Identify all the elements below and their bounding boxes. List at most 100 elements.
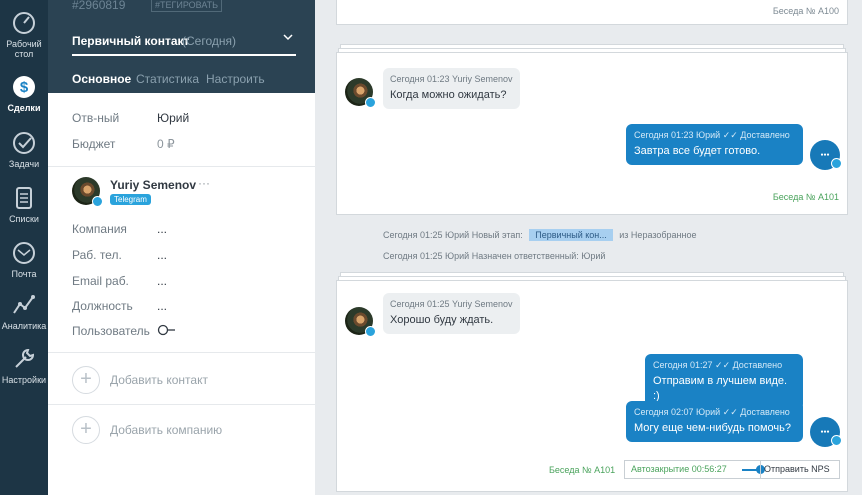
divider bbox=[48, 166, 315, 167]
conversation-number[interactable]: Беседа № А101 bbox=[773, 192, 839, 202]
message-text: Когда можно ожидать? bbox=[390, 89, 507, 101]
budget-value[interactable]: 0 ₽ bbox=[157, 137, 175, 151]
tag-button[interactable]: #ТЕГИРОВАТЬ bbox=[151, 0, 223, 12]
conversation-number[interactable]: Беседа № А101 bbox=[549, 465, 615, 475]
gauge-icon bbox=[13, 12, 35, 34]
divider bbox=[760, 461, 761, 478]
tab-main[interactable]: Основное bbox=[72, 72, 131, 86]
add-company-button[interactable]: + Добавить компанию bbox=[72, 416, 292, 444]
message-text: Отправим в лучшем виде. :) bbox=[653, 375, 788, 402]
delivery-status: ✓✓ Доставлено bbox=[715, 360, 783, 370]
stage-date: (Сегодня) bbox=[182, 34, 236, 48]
message-time: Сегодня 01:27 bbox=[653, 360, 713, 370]
delivery-status: ✓✓ Доставлено bbox=[722, 130, 790, 140]
stage-chip: Первичный кон... bbox=[529, 229, 613, 241]
system-event: Сегодня 01:25 Юрий Назначен ответственны… bbox=[383, 251, 605, 261]
divider bbox=[48, 352, 315, 353]
system-event: Сегодня 01:25 Юрий Новый этап: Первичный… bbox=[383, 229, 697, 241]
user-toggle[interactable] bbox=[157, 324, 177, 336]
conversation-number[interactable]: Беседа № А100 bbox=[773, 6, 839, 16]
mail-icon bbox=[13, 242, 35, 264]
field-label-company: Компания bbox=[72, 222, 127, 236]
lead-header: #2960819 #ТЕГИРОВАТЬ Первичный контакт (… bbox=[48, 0, 315, 93]
nav-settings[interactable]: Настройки bbox=[0, 346, 48, 385]
event-time: Сегодня 01:25 bbox=[383, 251, 443, 261]
nav-mail-label: Почта bbox=[11, 269, 37, 279]
incoming-message[interactable]: Сегодня 01:23 Yuriy Semenov Когда можно … bbox=[383, 68, 520, 109]
event-action: Новый этап: bbox=[471, 230, 523, 240]
outgoing-message[interactable]: Сегодня 01:23 Юрий ✓✓ Доставлено Завтра … bbox=[626, 124, 803, 165]
work-email-value[interactable]: ... bbox=[157, 274, 167, 288]
autoclose-control: Автозакрытие 00:56:27 Отправить NPS bbox=[624, 460, 840, 479]
more-icon[interactable]: ··· bbox=[198, 176, 210, 190]
telegram-icon bbox=[365, 97, 376, 108]
lead-id: #2960819 bbox=[72, 0, 126, 12]
telegram-badge: Telegram bbox=[110, 194, 151, 205]
pipeline-stage[interactable]: Первичный контакт bbox=[72, 34, 189, 48]
main-nav: Рабочий стол $ Сделки Задачи Списки Почт… bbox=[0, 0, 48, 495]
work-phone-value[interactable]: ... bbox=[157, 248, 167, 262]
event-time: Сегодня 01:25 bbox=[383, 230, 443, 240]
nav-lists-label: Списки bbox=[9, 214, 39, 224]
delivery-status: ✓✓ Доставлено bbox=[722, 407, 790, 417]
event-rest: из Неразобранное bbox=[619, 230, 697, 240]
field-label-work-phone: Раб. тел. bbox=[72, 248, 122, 262]
conversation-card: Сегодня 01:23 Yuriy Semenov Когда можно … bbox=[336, 52, 848, 215]
nav-mail[interactable]: Почта bbox=[0, 240, 48, 279]
nav-dashboard-label-1: Рабочий bbox=[6, 39, 42, 49]
autoclose-timer: Автозакрытие 00:56:27 bbox=[631, 464, 727, 474]
field-label-work-email: Email раб. bbox=[72, 274, 129, 288]
outgoing-message[interactable]: Сегодня 02:07 Юрий ✓✓ Доставлено Могу ещ… bbox=[626, 401, 803, 442]
telegram-icon bbox=[831, 158, 842, 169]
checkmark-icon bbox=[13, 132, 35, 154]
send-nps-button[interactable]: Отправить NPS bbox=[764, 464, 830, 474]
telegram-icon bbox=[831, 435, 842, 446]
field-label-budget: Бюджет bbox=[72, 137, 116, 151]
analytics-icon bbox=[13, 295, 35, 314]
message-meta: Сегодня 01:23 Юрий ✓✓ Доставлено bbox=[634, 129, 795, 141]
svg-text:$: $ bbox=[20, 79, 29, 96]
event-author: Юрий bbox=[445, 251, 470, 261]
tab-customize[interactable]: Настроить bbox=[206, 72, 265, 86]
message-meta: Сегодня 02:07 Юрий ✓✓ Доставлено bbox=[634, 406, 795, 418]
feed-gutter bbox=[315, 0, 328, 495]
telegram-icon bbox=[92, 196, 103, 207]
dollar-icon: $ bbox=[13, 76, 35, 98]
message-meta: Сегодня 01:27 ✓✓ Доставлено bbox=[653, 359, 795, 371]
nav-tasks[interactable]: Задачи bbox=[0, 130, 48, 169]
message-time-author: Сегодня 01:23 Юрий bbox=[634, 130, 721, 140]
message-text: Могу еще чем-нибудь помочь? bbox=[634, 422, 791, 434]
add-contact-button[interactable]: + Добавить контакт bbox=[72, 366, 292, 394]
nav-analytics[interactable]: Аналитика bbox=[0, 292, 48, 331]
message-time-author: Сегодня 02:07 Юрий bbox=[634, 407, 721, 417]
divider bbox=[48, 404, 315, 405]
plus-icon: + bbox=[72, 366, 100, 394]
nav-deals[interactable]: $ Сделки bbox=[0, 74, 48, 113]
event-author: Юрий bbox=[445, 230, 470, 240]
field-label-responsible: Отв-ный bbox=[72, 111, 120, 125]
lead-panel: #2960819 #ТЕГИРОВАТЬ Первичный контакт (… bbox=[48, 0, 315, 495]
plus-icon: + bbox=[72, 416, 100, 444]
message-text: Завтра все будет готово. bbox=[634, 145, 761, 157]
list-icon bbox=[16, 187, 32, 209]
contact-name[interactable]: Yuriy Semenov bbox=[110, 178, 196, 192]
nav-lists[interactable]: Списки bbox=[0, 185, 48, 224]
company-value[interactable]: ... bbox=[157, 222, 167, 236]
nav-tasks-label: Задачи bbox=[8, 159, 40, 169]
incoming-message[interactable]: Сегодня 01:25 Yuriy Semenov Хорошо буду … bbox=[383, 293, 520, 334]
responsible-value[interactable]: Юрий bbox=[157, 111, 189, 125]
add-contact-label: Добавить контакт bbox=[110, 373, 208, 387]
telegram-icon bbox=[365, 326, 376, 337]
nav-dashboard-label-2: стол bbox=[14, 49, 34, 59]
chevron-down-icon[interactable] bbox=[282, 30, 294, 44]
event-action: Назначен ответственный: Юрий bbox=[471, 251, 606, 261]
message-meta: Сегодня 01:23 Yuriy Semenov bbox=[390, 74, 513, 84]
nav-deals-label: Сделки bbox=[7, 103, 41, 113]
nav-settings-label: Настройки bbox=[1, 375, 47, 385]
add-company-label: Добавить компанию bbox=[110, 423, 223, 437]
tab-statistics[interactable]: Статистика bbox=[136, 72, 199, 86]
nav-dashboard[interactable]: Рабочий стол bbox=[0, 10, 48, 59]
stage-progress-line bbox=[72, 54, 296, 56]
field-label-user: Пользователь bbox=[72, 324, 150, 338]
position-value[interactable]: ... bbox=[157, 299, 167, 313]
